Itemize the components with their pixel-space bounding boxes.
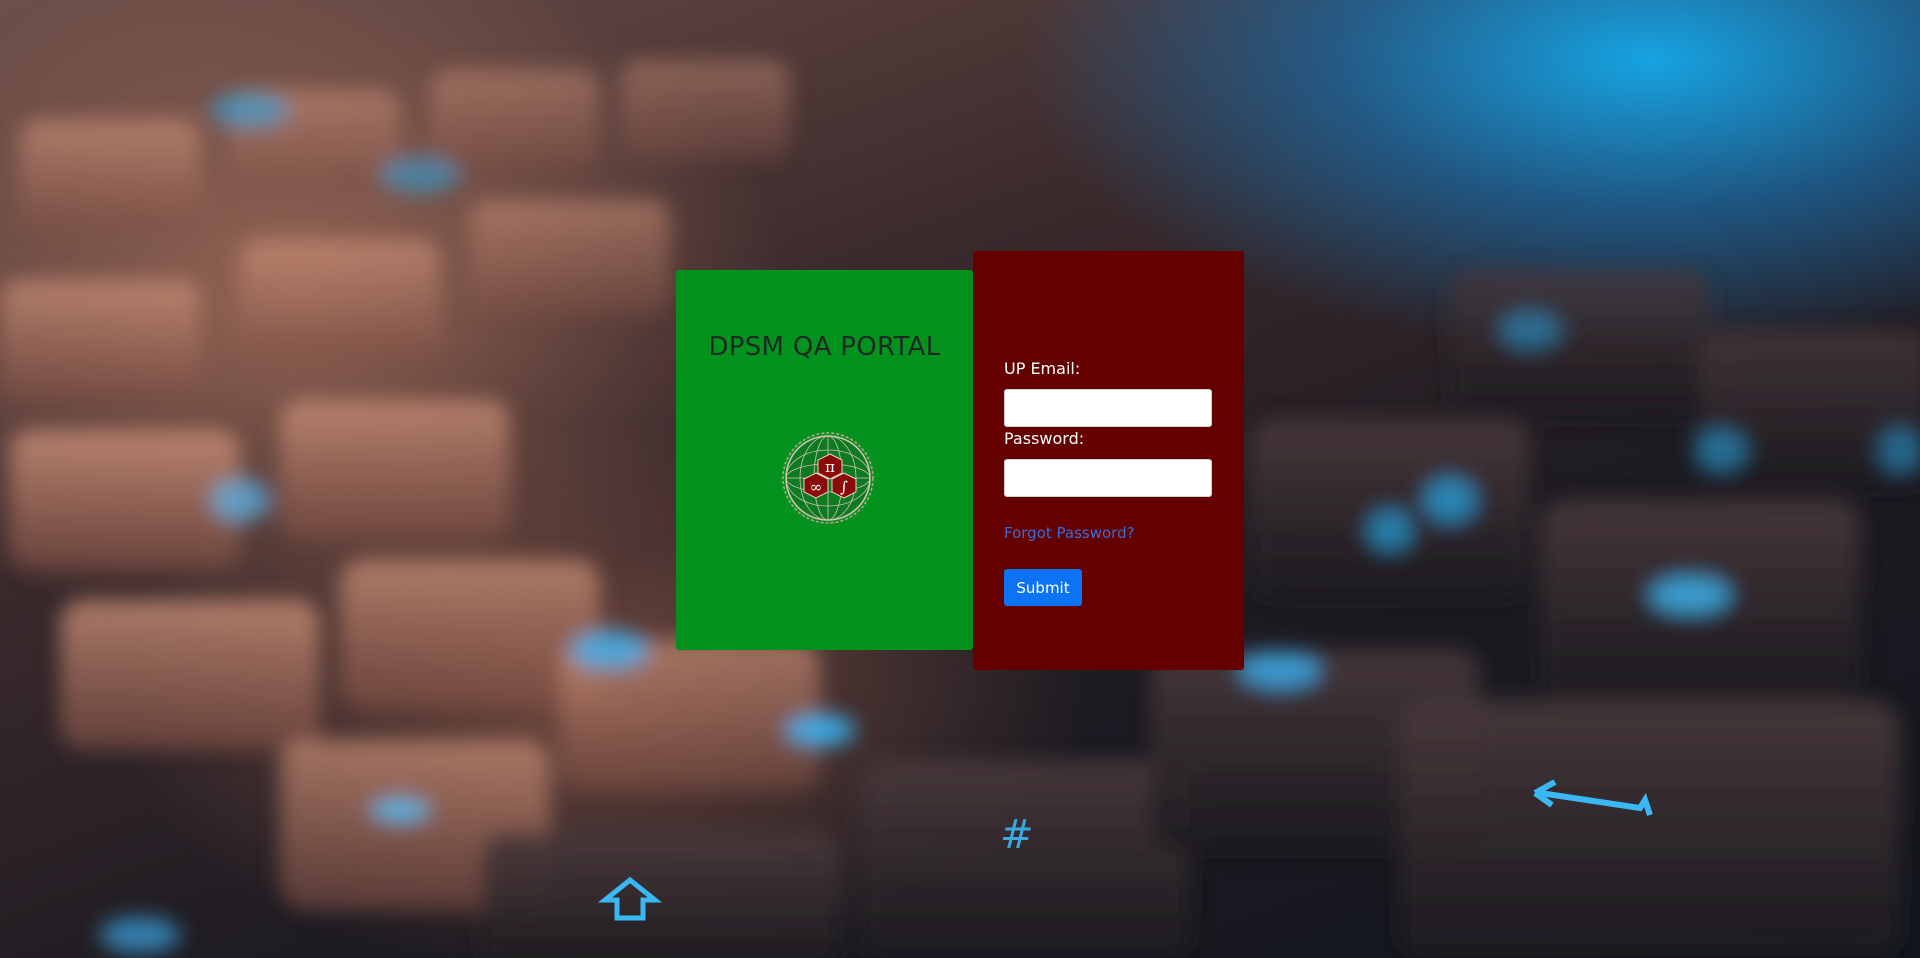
svg-text:∫: ∫	[840, 478, 848, 496]
svg-text:π: π	[825, 458, 835, 476]
integral-icon: ∫	[831, 472, 857, 499]
password-label: Password:	[1004, 429, 1085, 448]
svg-text:∞: ∞	[810, 478, 823, 496]
portal-branding-panel: DPSM QA PORTAL π ∞ ∫	[676, 270, 973, 650]
portal-title: DPSM QA PORTAL	[708, 332, 941, 362]
forgot-password-link[interactable]: Forgot Password?	[1004, 524, 1135, 542]
login-form-panel: UP Email: Password: Forgot Password? Sub…	[973, 251, 1244, 670]
svg-text:#: #	[1000, 812, 1034, 858]
submit-button[interactable]: Submit	[1004, 569, 1082, 606]
infinity-icon: ∞	[803, 472, 829, 499]
email-field[interactable]	[1004, 389, 1212, 427]
dpsm-logo: π ∞ ∫	[780, 430, 876, 526]
email-label: UP Email:	[1004, 359, 1081, 378]
password-field[interactable]	[1004, 459, 1212, 497]
